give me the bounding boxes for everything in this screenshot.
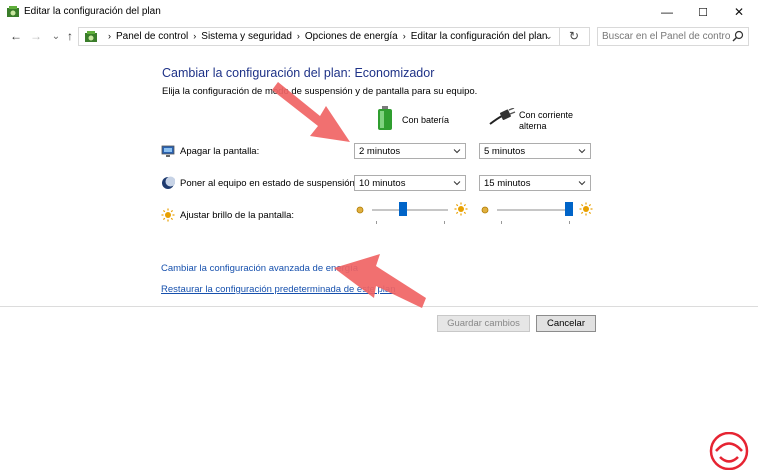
breadcrumb-separator: › [296, 31, 300, 41]
breadcrumb-item-system[interactable]: Sistema y seguridad [201, 31, 292, 42]
search-input[interactable] [602, 30, 730, 43]
slider-tick [376, 221, 377, 224]
slider-tick [444, 221, 445, 224]
search-icon[interactable] [732, 30, 744, 42]
display-off-ac-select[interactable]: 5 minutos [479, 143, 591, 159]
address-dropdown-button[interactable]: ⌄ [545, 31, 553, 42]
chevron-down-icon [453, 181, 461, 186]
sleep-battery-value: 10 minutos [359, 178, 406, 189]
page-title: Cambiar la configuración del plan: Econo… [162, 66, 435, 80]
refresh-icon[interactable]: ↻ [569, 29, 579, 43]
search-box [597, 27, 749, 46]
cancel-button[interactable]: Cancelar [536, 315, 596, 332]
display-off-ac-value: 5 minutos [484, 146, 526, 157]
close-button[interactable]: ✕ [722, 0, 756, 24]
column-header-ac-line1: Con corriente [519, 110, 574, 120]
sun-bright-icon [579, 202, 593, 216]
annotation-arrow-bottom [334, 254, 426, 308]
title-bar: Editar la configuración del plan — ☐ ✕ [0, 0, 758, 24]
site-logo-icon [709, 432, 749, 470]
address-bar[interactable]: › Panel de control › Sistema y seguridad › Op… [78, 27, 590, 46]
sleep-label: Poner al equipo en estado de suspensión: [180, 178, 358, 189]
control-panel-icon [7, 6, 19, 17]
breadcrumb-separator: › [402, 31, 406, 41]
sun-dim-icon [481, 206, 489, 214]
advanced-settings-link[interactable]: Cambiar la configuración avanzada de ene… [161, 263, 358, 274]
breadcrumb-separator: › [108, 31, 111, 41]
breadcrumb-separator: › [193, 31, 197, 41]
annotation-arrow-top [272, 82, 350, 142]
address-row: ← → ⌄ ↑ › Panel de control › Sistema y segu… [0, 24, 758, 48]
chevron-down-icon [453, 149, 461, 154]
minimize-button[interactable]: — [650, 0, 684, 24]
sleep-battery-select[interactable]: 10 minutos [354, 175, 466, 191]
slider-track [372, 209, 448, 211]
sleep-ac-select[interactable]: 15 minutos [479, 175, 591, 191]
sun-bright-icon [454, 202, 468, 216]
display-off-battery-value: 2 minutos [359, 146, 401, 157]
up-button[interactable]: ↑ [62, 28, 78, 44]
sun-dim-icon [356, 206, 364, 214]
column-header-ac-line2: alterna [519, 121, 547, 131]
slider-thumb[interactable] [399, 202, 408, 216]
sun-icon [161, 208, 175, 222]
breadcrumb-item-panel[interactable]: Panel de control [116, 31, 188, 42]
slider-thumb[interactable] [565, 202, 573, 216]
slider-track [497, 209, 573, 211]
display-off-battery-select[interactable]: 2 minutos [354, 143, 466, 159]
maximize-button[interactable]: ☐ [686, 0, 720, 24]
address-divider [559, 28, 560, 45]
brightness-battery-slider[interactable] [356, 202, 468, 224]
breadcrumb-item-edit-plan[interactable]: Editar la configuración del plan [411, 31, 548, 42]
brightness-ac-slider[interactable] [481, 202, 593, 224]
back-button[interactable]: ← [8, 28, 24, 44]
chevron-down-icon [578, 181, 586, 186]
breadcrumb: › Panel de control › Sistema y seguridad › Op… [103, 31, 548, 42]
display-off-label: Apagar la pantalla: [180, 146, 260, 157]
window-title: Editar la configuración del plan [24, 6, 161, 17]
brightness-label: Ajustar brillo de la pantalla: [180, 210, 295, 221]
battery-icon [378, 106, 392, 130]
slider-tick [569, 221, 570, 224]
sleep-ac-value: 15 minutos [484, 178, 531, 189]
control-panel-icon [85, 31, 97, 42]
slider-tick [501, 221, 502, 224]
forward-button[interactable]: → [28, 28, 44, 44]
save-changes-button[interactable]: Guardar cambios [437, 315, 530, 332]
moon-icon [162, 176, 175, 189]
breadcrumb-item-power[interactable]: Opciones de energía [305, 31, 398, 42]
power-plug-icon [489, 108, 516, 125]
chevron-down-icon [578, 149, 586, 154]
column-header-battery: Con batería [402, 115, 450, 125]
monitor-icon [161, 145, 175, 157]
